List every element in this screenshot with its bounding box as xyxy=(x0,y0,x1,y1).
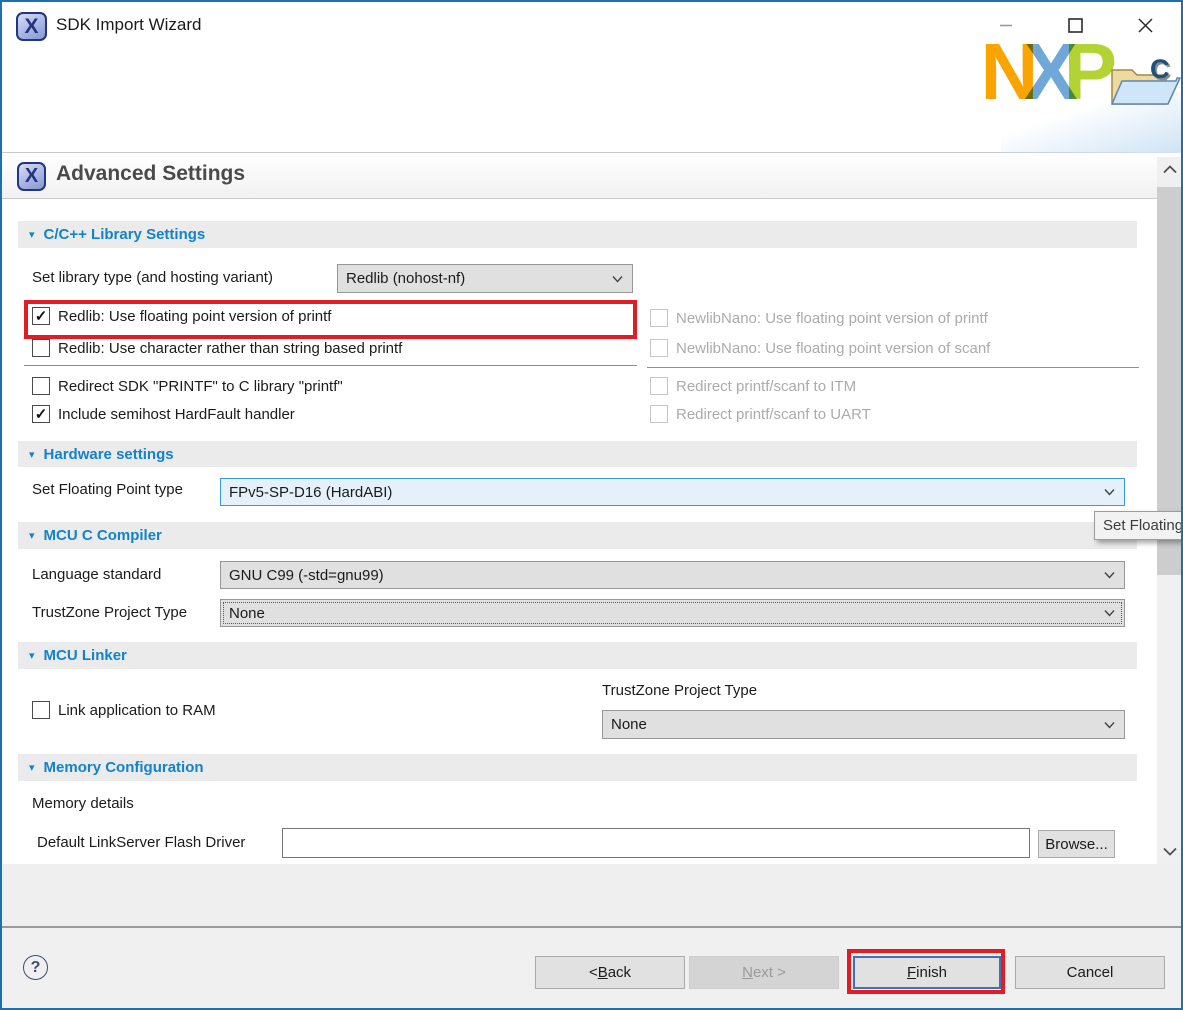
section-header-mcu-linker[interactable]: ▾ MCU Linker xyxy=(18,642,1137,669)
checkbox-semihost-hardfault[interactable]: ✓ Include semihost HardFault handler xyxy=(32,405,295,423)
collapse-arrow-icon: ▾ xyxy=(29,649,35,662)
app-icon: X xyxy=(16,12,47,41)
wizard-button-bar: ? < Back Next > Finish Cancel xyxy=(2,928,1181,1008)
divider xyxy=(647,367,1139,368)
nxp-letter-n: N xyxy=(981,27,1025,116)
section-title: Hardware settings xyxy=(44,446,174,463)
checkbox-checked-icon: ✓ xyxy=(32,405,50,423)
flash-driver-input[interactable] xyxy=(282,828,1030,858)
language-standard-label: Language standard xyxy=(32,565,161,585)
back-button[interactable]: < Back xyxy=(535,956,685,989)
collapse-arrow-icon: ▾ xyxy=(29,761,35,774)
tooltip: Set Floating xyxy=(1094,511,1183,540)
c-project-folder-icon: C C xyxy=(1106,54,1182,112)
checkbox-icon xyxy=(32,377,50,395)
section-header-hardware-settings[interactable]: ▾ Hardware settings xyxy=(18,441,1137,467)
browse-button[interactable]: Browse... xyxy=(1038,830,1115,858)
section-header-library-settings[interactable]: ▾ C/C++ Library Settings xyxy=(18,221,1137,248)
language-standard-select[interactable]: GNU C99 (-std=gnu99) xyxy=(220,561,1125,589)
divider xyxy=(24,365,637,366)
content-filler xyxy=(2,864,1181,928)
chevron-down-icon xyxy=(1104,489,1115,496)
chevron-down-icon xyxy=(1104,572,1115,579)
linker-trustzone-select[interactable]: None xyxy=(602,710,1125,739)
svg-text:C: C xyxy=(1150,54,1170,84)
nxp-letter-x: X xyxy=(1024,27,1063,116)
window-title: SDK Import Wizard xyxy=(56,15,201,35)
trustzone-project-type-label: TrustZone Project Type xyxy=(32,603,187,623)
title-banner: X SDK Import Wizard NXP C C xyxy=(2,2,1181,153)
next-button[interactable]: Next > xyxy=(689,956,839,989)
checkbox-icon xyxy=(32,339,50,357)
trustzone-project-type-select[interactable]: None xyxy=(220,599,1125,627)
checkbox-redlib-float-printf[interactable]: ✓ Redlib: Use floating point version of … xyxy=(32,307,331,325)
linker-trustzone-label: TrustZone Project Type xyxy=(602,681,757,701)
section-title: Memory Configuration xyxy=(44,759,204,776)
sdk-import-wizard-window: X SDK Import Wizard NXP C C X Advanced S… xyxy=(0,0,1183,1010)
section-title: MCU Linker xyxy=(44,647,127,664)
section-title: C/C++ Library Settings xyxy=(44,226,206,243)
close-button[interactable] xyxy=(1132,12,1158,38)
checkbox-redirect-uart[interactable]: Redirect printf/scanf to UART xyxy=(650,405,871,423)
collapse-arrow-icon: ▾ xyxy=(29,529,35,542)
nxp-logo: NXP xyxy=(981,32,1104,112)
checkbox-redlib-char-printf[interactable]: Redlib: Use character rather than string… xyxy=(32,339,402,357)
memory-details-label: Memory details xyxy=(32,794,134,814)
checkbox-newlibnano-float-printf[interactable]: NewlibNano: Use floating point version o… xyxy=(650,309,988,327)
page-title: Advanced Settings xyxy=(56,162,245,186)
floating-point-type-select[interactable]: FPv5-SP-D16 (HardABI) xyxy=(220,478,1125,506)
cancel-button[interactable]: Cancel xyxy=(1015,956,1165,989)
chevron-down-icon xyxy=(1104,721,1115,728)
page-header-icon: X xyxy=(17,162,46,191)
scroll-down-icon[interactable] xyxy=(1157,839,1182,864)
library-type-label: Set library type (and hosting variant) xyxy=(32,268,273,288)
settings-content: ▾ C/C++ Library Settings Set library typ… xyxy=(2,199,1181,864)
checkbox-link-application-to-ram[interactable]: Link application to RAM xyxy=(32,701,216,719)
checkbox-newlibnano-float-scanf[interactable]: NewlibNano: Use floating point version o… xyxy=(650,339,990,357)
library-type-select[interactable]: Redlib (nohost-nf) xyxy=(337,264,633,293)
checkbox-checked-icon: ✓ xyxy=(32,307,50,325)
checkbox-icon xyxy=(650,339,668,357)
finish-button[interactable]: Finish xyxy=(853,956,1001,989)
checkbox-icon xyxy=(650,377,668,395)
checkbox-redirect-sdk-printf[interactable]: Redirect SDK "PRINTF" to C library "prin… xyxy=(32,377,343,395)
section-title: MCU C Compiler xyxy=(44,527,162,544)
collapse-arrow-icon: ▾ xyxy=(29,448,35,461)
page-header: X Advanced Settings xyxy=(2,154,1181,199)
nxp-letter-p: P xyxy=(1064,27,1103,116)
flash-driver-label: Default LinkServer Flash Driver xyxy=(37,833,245,853)
close-icon xyxy=(1136,16,1155,35)
help-button[interactable]: ? xyxy=(23,955,48,980)
collapse-arrow-icon: ▾ xyxy=(29,228,35,241)
section-header-mcu-c-compiler[interactable]: ▾ MCU C Compiler xyxy=(18,522,1137,549)
chevron-down-icon xyxy=(612,275,623,282)
chevron-down-icon xyxy=(1104,610,1115,617)
floating-point-type-label: Set Floating Point type xyxy=(32,480,183,500)
checkbox-redirect-itm[interactable]: Redirect printf/scanf to ITM xyxy=(650,377,856,395)
checkbox-icon xyxy=(650,405,668,423)
checkbox-icon xyxy=(32,701,50,719)
checkbox-icon xyxy=(650,309,668,327)
section-header-memory-configuration[interactable]: ▾ Memory Configuration xyxy=(18,754,1137,781)
scroll-up-icon[interactable] xyxy=(1157,157,1182,182)
